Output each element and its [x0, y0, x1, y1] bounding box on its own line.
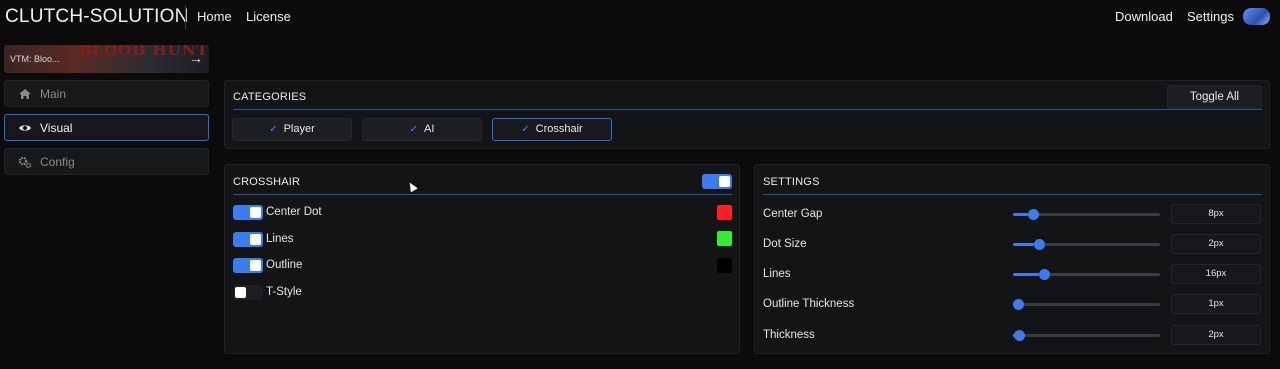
categories-divider	[233, 109, 1262, 110]
dot-size-slider[interactable]	[1013, 239, 1160, 250]
slider-thumb[interactable]	[1027, 209, 1039, 220]
sidebar-item-config[interactable]: Config	[4, 148, 209, 175]
thickness-label: Thickness	[763, 329, 815, 341]
outline-thickness-label: Outline Thickness	[763, 298, 855, 310]
brand-logo[interactable]: CLUTCH-SOLUTION	[5, 6, 189, 28]
game-selector-card[interactable]: BLOOD HUNT VTM: Bloo... →	[4, 45, 209, 73]
crosshair-panel: CROSSHAIR Center Dot Lines Outline T-Sty…	[224, 164, 740, 354]
toggle-all-button[interactable]: Toggle All	[1167, 85, 1262, 109]
slider-thumb[interactable]	[1033, 239, 1045, 250]
nav-settings-link[interactable]: Settings	[1187, 9, 1234, 24]
slider-thumb[interactable]	[1014, 330, 1026, 341]
check-icon: ✓	[409, 124, 418, 135]
center-dot-label: Center Dot	[266, 206, 322, 218]
home-icon	[19, 89, 31, 99]
toggle-knob	[235, 287, 246, 298]
thickness-value[interactable]: 2px	[1171, 325, 1261, 345]
arrow-right-icon[interactable]: →	[189, 50, 203, 66]
crosshair-title: CROSSHAIR	[233, 176, 301, 188]
gears-icon	[18, 156, 32, 169]
eye-icon	[19, 125, 31, 131]
t-style-label: T-Style	[266, 286, 302, 298]
slider-thumb[interactable]	[1039, 269, 1051, 280]
center-gap-slider[interactable]	[1013, 209, 1160, 220]
settings-divider	[763, 194, 1262, 195]
brand-divider	[185, 5, 186, 29]
thickness-slider[interactable]	[1013, 330, 1160, 341]
sidebar-item-main[interactable]: Main	[4, 80, 209, 107]
category-label: Player	[283, 123, 315, 135]
center-dot-color-swatch[interactable]	[717, 205, 732, 220]
crosshair-master-toggle[interactable]	[702, 174, 732, 189]
category-ai-button[interactable]: ✓ AI	[362, 118, 482, 141]
nav-download-link[interactable]: Download	[1115, 9, 1173, 24]
lines-length-slider[interactable]	[1013, 269, 1160, 280]
lines-length-value[interactable]: 16px	[1171, 264, 1261, 284]
sidebar-item-label: Visual	[40, 121, 73, 135]
outline-thickness-value[interactable]: 1px	[1171, 294, 1261, 314]
category-player-button[interactable]: ✓ Player	[232, 118, 352, 141]
slider-fill	[1013, 213, 1028, 216]
toggle-knob	[250, 260, 261, 271]
dot-size-label: Dot Size	[763, 238, 807, 250]
outline-thickness-slider[interactable]	[1013, 299, 1160, 310]
toggle-knob	[250, 234, 261, 245]
slider-thumb[interactable]	[1013, 299, 1024, 310]
toggle-knob	[719, 176, 730, 187]
slider-fill	[1013, 273, 1040, 276]
lines-color-swatch[interactable]	[717, 231, 732, 246]
lines-toggle[interactable]	[233, 232, 263, 247]
sidebar-item-visual[interactable]: Visual	[4, 114, 209, 141]
outline-color-swatch[interactable]	[717, 258, 732, 273]
nav-license-link[interactable]: License	[246, 9, 291, 24]
categories-title: CATEGORIES	[233, 91, 307, 103]
category-label: Crosshair	[535, 123, 583, 135]
toggle-knob	[250, 207, 261, 218]
center-gap-label: Center Gap	[763, 208, 823, 220]
categories-panel: CATEGORIES Toggle All ✓ Player ✓ AI ✓ Cross…	[224, 80, 1270, 149]
game-name: VTM: Bloo...	[10, 54, 60, 64]
outline-toggle[interactable]	[233, 258, 263, 273]
crosshair-divider	[233, 194, 732, 195]
center-dot-toggle[interactable]	[233, 205, 263, 220]
check-icon: ✓	[269, 124, 278, 135]
t-style-toggle[interactable]	[233, 285, 263, 300]
sidebar-item-label: Config	[40, 155, 75, 169]
slider-fill	[1013, 243, 1034, 246]
lines-length-label: Lines	[763, 268, 791, 280]
settings-title: SETTINGS	[763, 176, 820, 188]
category-label: AI	[423, 123, 435, 135]
category-crosshair-button[interactable]: ✓ Crosshair	[492, 118, 612, 141]
check-icon: ✓	[521, 124, 530, 135]
lines-label: Lines	[266, 233, 294, 245]
outline-label: Outline	[266, 259, 303, 271]
center-gap-value[interactable]: 8px	[1171, 204, 1261, 224]
user-avatar-icon[interactable]	[1243, 8, 1270, 25]
nav-home-link[interactable]: Home	[197, 9, 232, 24]
top-navbar: CLUTCH-SOLUTION Home License Download Se…	[0, 0, 1280, 34]
sidebar-item-label: Main	[40, 87, 67, 101]
dot-size-value[interactable]: 2px	[1171, 234, 1261, 254]
settings-panel: SETTINGS Center Gap 8px Dot Size 2px Lin…	[754, 164, 1270, 354]
